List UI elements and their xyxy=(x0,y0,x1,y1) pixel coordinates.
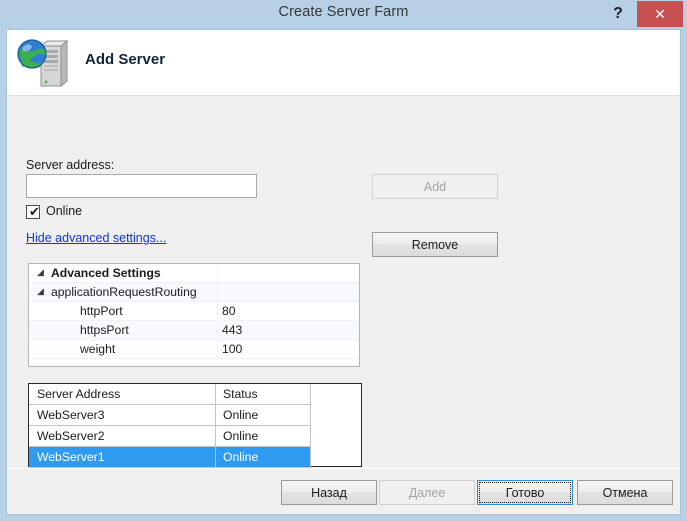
column-divider xyxy=(215,384,216,405)
grid-column-divider xyxy=(217,340,218,359)
setting-value[interactable]: 100 xyxy=(222,342,242,356)
help-button[interactable]: ? xyxy=(603,0,633,28)
column-divider xyxy=(310,447,311,468)
content-area: Server address: ✔ Online Hide advanced s… xyxy=(7,97,680,468)
toggle-advanced-settings-link[interactable]: Hide advanced settings... xyxy=(26,231,166,245)
setting-name: httpsPort xyxy=(80,323,129,337)
column-divider xyxy=(215,426,216,447)
server-status-cell: Online xyxy=(223,408,258,422)
server-status-cell: Online xyxy=(223,450,258,464)
cancel-button-label: Отмена xyxy=(603,486,648,500)
advanced-settings-row[interactable]: httpsPort 443 xyxy=(29,321,359,340)
table-row[interactable]: WebServer3 Online xyxy=(29,405,361,426)
setting-value[interactable]: 443 xyxy=(222,323,242,337)
setting-name: applicationRequestRouting xyxy=(51,285,197,299)
grid-filler xyxy=(29,359,359,366)
column-header[interactable]: Server Address xyxy=(37,387,120,401)
column-divider xyxy=(310,384,311,405)
client-area: Add Server Server address: ✔ Online Hide… xyxy=(6,29,681,515)
online-checkbox-label: Online xyxy=(46,204,82,218)
dialog-header: Add Server xyxy=(7,30,680,96)
server-list-header: Server Address Status xyxy=(29,384,361,405)
advanced-settings-row[interactable]: ◢ Advanced Settings xyxy=(29,264,359,283)
page-title: Add Server xyxy=(85,51,165,68)
table-row[interactable]: WebServer2 Online xyxy=(29,426,361,447)
footer-bar: Назад Далее Готово Отмена xyxy=(7,468,680,514)
expander-triangle-icon[interactable]: ◢ xyxy=(37,268,46,277)
next-button[interactable]: Далее xyxy=(379,480,475,505)
finish-button-label: Готово xyxy=(506,486,545,500)
advanced-settings-row[interactable]: weight 100 xyxy=(29,340,359,359)
server-globe-icon xyxy=(15,34,71,90)
grid-column-divider xyxy=(217,321,218,340)
remove-button[interactable]: Remove xyxy=(372,232,498,257)
back-button[interactable]: Назад xyxy=(281,480,377,505)
add-button[interactable]: Add xyxy=(372,174,498,199)
advanced-settings-grid[interactable]: ◢ Advanced Settings ◢ applicationRequestRou… xyxy=(28,263,360,367)
advanced-settings-row[interactable]: httpPort 80 xyxy=(29,302,359,321)
setting-name: httpPort xyxy=(80,304,123,318)
dialog-window: Create Server Farm ? ✕ xyxy=(0,0,687,521)
setting-value[interactable]: 80 xyxy=(222,304,236,318)
column-divider xyxy=(215,447,216,468)
title-bar: Create Server Farm ? ✕ xyxy=(0,0,687,29)
server-address-cell: WebServer1 xyxy=(37,450,105,464)
window-title: Create Server Farm xyxy=(0,4,687,20)
column-divider xyxy=(310,426,311,447)
back-button-label: Назад xyxy=(311,486,347,500)
server-address-input[interactable] xyxy=(26,174,257,198)
server-list[interactable]: Server AddressStatusWebServer3OnlineWebS… xyxy=(28,383,362,467)
grid-column-divider xyxy=(217,283,218,302)
close-button[interactable]: ✕ xyxy=(637,1,683,27)
column-divider xyxy=(310,405,311,426)
grid-column-divider xyxy=(217,264,218,283)
advanced-settings-row[interactable]: ◢ applicationRequestRouting xyxy=(29,283,359,302)
cancel-button[interactable]: Отмена xyxy=(577,480,673,505)
server-address-label: Server address: xyxy=(26,158,114,172)
checkmark-icon: ✔ xyxy=(29,204,40,220)
server-address-cell: WebServer3 xyxy=(37,408,105,422)
online-checkbox-box[interactable]: ✔ xyxy=(26,205,40,219)
server-status-cell: Online xyxy=(223,429,258,443)
grid-column-divider xyxy=(217,302,218,321)
expander-triangle-icon[interactable]: ◢ xyxy=(37,287,46,296)
server-address-cell: WebServer2 xyxy=(37,429,105,443)
next-button-label: Далее xyxy=(409,486,446,500)
column-divider xyxy=(215,405,216,426)
setting-name: Advanced Settings xyxy=(51,266,161,280)
finish-button[interactable]: Готово xyxy=(477,480,573,505)
column-header[interactable]: Status xyxy=(223,387,258,401)
table-row[interactable]: WebServer1 Online xyxy=(29,447,361,468)
setting-name: weight xyxy=(80,342,115,356)
